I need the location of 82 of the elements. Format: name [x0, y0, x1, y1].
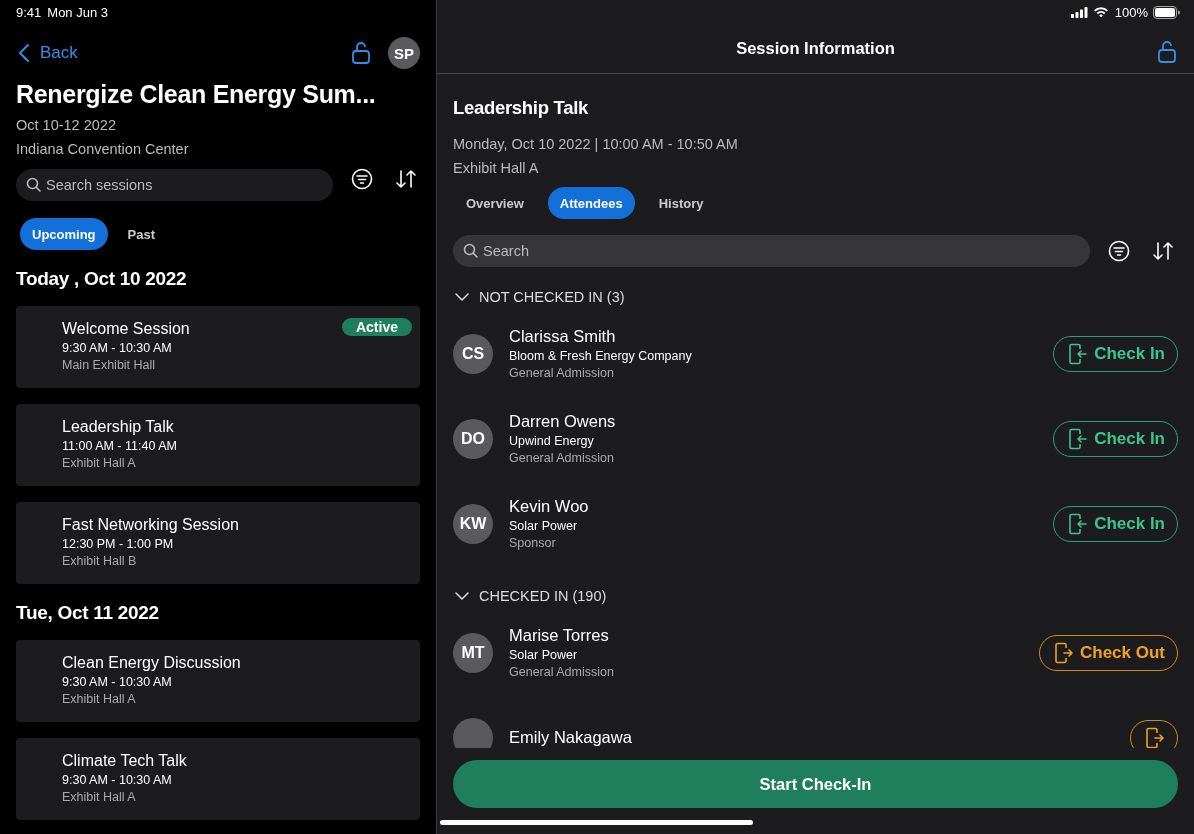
- door-arrow-icon: [1145, 726, 1165, 748]
- door-arrow-icon: [1068, 427, 1089, 450]
- attendee-company: Upwind Energy: [509, 434, 595, 448]
- door-arrow-icon: [1068, 512, 1089, 535]
- session-room: Exhibit Hall A: [62, 692, 137, 706]
- wifi-icon: [1092, 6, 1109, 18]
- attendee-type: General Admission: [509, 665, 615, 679]
- avatar: KW: [453, 503, 493, 544]
- section-header[interactable]: NOT CHECKED IN (3): [453, 282, 1178, 311]
- session-room: Main Exhibit Hall: [62, 358, 157, 372]
- session-title: Fast Networking Session: [62, 516, 239, 534]
- tab[interactable]: History: [646, 187, 716, 219]
- session-time: 12:30 PM - 1:00 PM: [62, 537, 175, 551]
- attendee-name: Clarissa Smith: [509, 327, 617, 346]
- session-room: Exhibit Hall A: [62, 790, 137, 804]
- day-heading: Today , Oct 10 2022: [16, 268, 188, 290]
- session-time: 9:30 AM - 10:30 AM: [62, 675, 173, 689]
- session-room: Exhibit Hall B: [62, 554, 138, 568]
- session-time: 9:30 AM - 10:30 AM: [62, 773, 173, 787]
- attendee-name: Marise Torres: [509, 626, 610, 645]
- sort-icon[interactable]: [1152, 240, 1174, 262]
- session-location: Exhibit Hall A: [453, 160, 540, 176]
- day-heading: Tue, Oct 11 2022: [16, 602, 160, 624]
- session-card[interactable]: Fast Networking Session 12:30 PM - 1:00 PM Exhibit Hall B: [16, 502, 420, 584]
- attendee-type: General Admission: [509, 451, 615, 465]
- search-icon: [26, 177, 42, 193]
- tab[interactable]: Attendees: [547, 187, 635, 219]
- tab[interactable]: Upcoming: [20, 218, 108, 250]
- session-title: Leadership Talk: [453, 97, 589, 119]
- attendee-company: Solar Power: [509, 519, 579, 533]
- status-date: Mon Jun 3: [47, 4, 108, 20]
- profile-avatar[interactable]: SP: [388, 37, 420, 69]
- section-title: CHECKED IN (190): [479, 587, 607, 604]
- battery-icon: [1153, 5, 1180, 19]
- session-title: Clean Energy Discussion: [62, 654, 241, 672]
- session-time: 11:00 AM - 11:40 AM: [62, 439, 177, 453]
- tab[interactable]: Past: [115, 218, 168, 250]
- attendee-name: Emily Nakagawa: [509, 728, 633, 747]
- section-header[interactable]: CHECKED IN (190): [453, 581, 1178, 610]
- door-arrow-icon: [1053, 641, 1074, 664]
- signal-icon: [1070, 6, 1088, 18]
- event-venue: Indiana Convention Center: [16, 141, 190, 157]
- session-title: Climate Tech Talk: [62, 752, 187, 770]
- session-title: Leadership Talk: [62, 418, 175, 436]
- attendee-name: Kevin Woo: [509, 497, 590, 516]
- battery-percent: 100%: [1114, 4, 1148, 20]
- status-time: 9:41: [16, 4, 42, 20]
- session-datetime: Monday, Oct 10 2022 | 10:00 AM - 10:50 AM: [453, 136, 739, 152]
- chevron-left-icon: [18, 43, 30, 63]
- start-check-in-button[interactable]: Start Check-In: [453, 760, 1178, 808]
- attendee-company: Bloom & Fresh Energy Company: [509, 349, 693, 363]
- filter-icon[interactable]: [351, 168, 373, 190]
- session-card[interactable]: Welcome Session 9:30 AM - 10:30 AM Main Exhibit Hall Active: [16, 306, 420, 388]
- session-card[interactable]: Clean Energy Discussion 9:30 AM - 10:30 AM Exhibit Hall A: [16, 640, 420, 722]
- avatar: CS: [453, 333, 493, 374]
- session-card[interactable]: Leadership Talk 11:00 AM - 11:40 AM Exhibit Hall A: [16, 404, 420, 486]
- attendee-type: Sponsor: [509, 536, 557, 550]
- unlocked-padlock-icon[interactable]: [350, 41, 372, 65]
- event-dates: Oct 10-12 2022: [16, 117, 117, 133]
- session-time: 9:30 AM - 10:30 AM: [62, 341, 173, 355]
- avatar: DO: [453, 418, 493, 459]
- search-field[interactable]: Search: [453, 235, 1090, 267]
- search-field[interactable]: Search sessions: [16, 169, 333, 201]
- attendee-company: Solar Power: [509, 648, 579, 662]
- attendee-type: General Admission: [509, 366, 615, 380]
- unlocked-padlock-icon[interactable]: [1156, 40, 1178, 64]
- avatar: MT: [453, 632, 493, 673]
- search-icon: [463, 243, 479, 259]
- screen-title: Session Information: [736, 39, 895, 58]
- session-title: Welcome Session: [62, 320, 190, 338]
- session-room: Exhibit Hall A: [62, 456, 137, 470]
- session-card[interactable]: Climate Tech Talk 9:30 AM - 10:30 AM Exhibit Hall A: [16, 738, 420, 820]
- status-badge: Active: [341, 318, 412, 336]
- event-title: Renergize Clean Energy Sum...: [16, 80, 377, 109]
- attendee-name: Darren Owens: [509, 412, 617, 431]
- filter-icon[interactable]: [1108, 240, 1130, 262]
- back-button[interactable]: Back: [16, 43, 78, 63]
- section-title: NOT CHECKED IN (3): [479, 288, 625, 305]
- avatar: [453, 717, 493, 748]
- tab[interactable]: Overview: [453, 187, 536, 219]
- door-arrow-icon: [1068, 342, 1089, 365]
- sort-icon[interactable]: [395, 168, 417, 190]
